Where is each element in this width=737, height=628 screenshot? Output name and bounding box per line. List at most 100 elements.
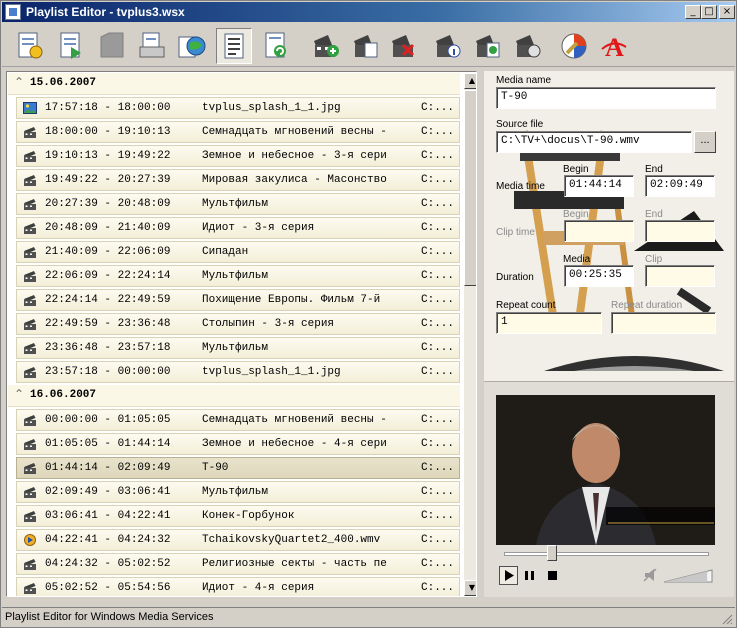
volume-slider[interactable] [662, 568, 714, 584]
scroll-up-button[interactable]: ▲ [464, 73, 476, 89]
video-frame-image [496, 395, 715, 545]
save-button[interactable] [94, 28, 130, 64]
duration-media-field: 00:25:35 [564, 265, 634, 287]
clapperboard-icon [23, 485, 37, 499]
clapperboard-icon [23, 413, 37, 427]
properties-button[interactable] [216, 28, 252, 64]
repeat-duration-field[interactable] [611, 312, 716, 334]
app-icon[interactable] [5, 4, 21, 20]
playlist-item-row[interactable]: 02:09:49 - 03:06:41 Мультфильм C:... [16, 481, 460, 503]
item-source-path: C:... [421, 246, 455, 258]
item-media-name: Семнадцать мгновений весны - [202, 126, 387, 138]
scroll-thumb[interactable] [464, 90, 476, 286]
playlist-item-row[interactable]: 01:44:14 - 02:09:49 Т-90 C:... [16, 457, 460, 479]
playlist-item-row[interactable]: 23:57:18 - 00:00:00 tvplus_splash_1_1.jpg… [16, 361, 460, 383]
clapperboard-icon [23, 437, 37, 451]
new-playlist-icon [18, 32, 43, 59]
seek-thumb[interactable] [546, 545, 557, 561]
save-disabled-icon [100, 32, 124, 58]
playlist-scrollbar[interactable]: ▲ ▼ [464, 73, 476, 596]
playlist-item-row[interactable]: 22:24:14 - 22:49:59 Похищение Европы. Фил… [16, 289, 460, 311]
playlist-item-row[interactable]: 22:49:59 - 23:36:48 Столыпин - 3-я серия C… [16, 313, 460, 335]
browse-button[interactable]: ... [694, 131, 716, 153]
item-time-range: 02:09:49 - 03:06:41 [45, 486, 171, 498]
play-button[interactable] [499, 566, 518, 585]
item-source-path: C:... [421, 294, 455, 306]
maximize-button[interactable]: □ [701, 5, 717, 19]
media-end-label: End [645, 164, 663, 175]
item-media-name: Сипадан [202, 246, 249, 258]
copy-media-button[interactable] [348, 28, 384, 64]
playlist-item-row[interactable]: 19:10:13 - 19:49:22 Земное и небесное - 3… [16, 145, 460, 167]
item-time-range: 18:00:00 - 19:10:13 [45, 126, 171, 138]
mute-icon[interactable] [642, 566, 660, 584]
seek-bar[interactable] [504, 552, 709, 556]
media-refresh-button[interactable] [470, 28, 506, 64]
repeat-count-field[interactable]: 1 [496, 312, 602, 334]
media-settings-button[interactable] [510, 28, 546, 64]
media-info-icon [436, 35, 461, 58]
duration-clip-label: Clip [645, 254, 663, 265]
clapperboard-icon [23, 245, 37, 259]
item-time-range: 17:57:18 - 18:00:00 [45, 102, 171, 114]
svg-text:A: A [605, 33, 624, 61]
preview-player [484, 381, 734, 597]
item-time-range: 22:06:09 - 22:24:14 [45, 270, 171, 282]
media-details-panel: Media name T-90 Source file C:\TV+\docus… [484, 71, 734, 381]
item-source-path: C:... [421, 510, 455, 522]
playlist-item-row[interactable]: 20:27:39 - 20:48:09 Мультфильм C:... [16, 193, 460, 215]
print-button[interactable] [134, 28, 170, 64]
playlist-item-row[interactable]: 03:06:41 - 04:22:41 Конек-Горбунок C:... [16, 505, 460, 527]
clip-begin-field[interactable] [564, 220, 634, 242]
item-source-path: C:... [421, 198, 455, 210]
collapse-chevron-icon[interactable]: ⌃ [14, 75, 24, 89]
play-icon [505, 570, 514, 581]
item-time-range: 04:24:32 - 05:02:52 [45, 558, 171, 570]
new-playlist-button[interactable] [12, 28, 48, 64]
item-media-name: Мультфильм [202, 342, 269, 354]
media-end-field[interactable]: 02:09:49 [645, 175, 715, 197]
item-time-range: 19:10:13 - 19:49:22 [45, 150, 171, 162]
item-media-name: TchaikovskyQuartet2_400.wmv [202, 534, 381, 546]
playlist-item-row[interactable]: 17:57:18 - 18:00:00 tvplus_splash_1_1.jpg… [16, 97, 460, 119]
playlist-item-row[interactable]: 05:02:52 - 05:54:56 Идиот - 4-я серия C:..… [16, 577, 460, 596]
date-group-header[interactable]: ⌃ 16.06.2007 [8, 385, 460, 407]
playlist-item-row[interactable]: 00:00:00 - 01:05:05 Семнадцать мгновений … [16, 409, 460, 431]
font-button[interactable]: A [596, 28, 632, 64]
item-media-name: Идиот - 3-я серия [202, 222, 315, 234]
date-group-header[interactable]: ⌃ 15.06.2007 [8, 73, 460, 95]
stop-button[interactable] [543, 566, 562, 585]
item-source-path: C:... [421, 486, 455, 498]
pause-button[interactable] [520, 566, 539, 585]
tools-button[interactable] [556, 28, 592, 64]
playlist-item-row[interactable]: 04:22:41 - 04:24:32 TchaikovskyQuartet2_4… [16, 529, 460, 551]
video-display[interactable] [496, 395, 715, 545]
close-button[interactable]: × [719, 5, 735, 19]
playlist-item-row[interactable]: 01:05:05 - 01:44:14 Земное и небесное - 4… [16, 433, 460, 455]
clip-end-field[interactable] [645, 220, 715, 242]
media-name-field[interactable]: T-90 [496, 87, 716, 109]
playlist-item-row[interactable]: 20:48:09 - 21:40:09 Идиот - 3-я серия C:..… [16, 217, 460, 239]
playlist-item-row[interactable]: 19:49:22 - 20:27:39 Мировая закулиса - Ма… [16, 169, 460, 191]
refresh-button[interactable] [258, 28, 294, 64]
publish-button[interactable] [174, 28, 210, 64]
item-media-name: Конек-Горбунок [202, 510, 295, 522]
playlist-item-row[interactable]: 18:00:00 - 19:10:13 Семнадцать мгновений … [16, 121, 460, 143]
item-source-path: C:... [421, 102, 455, 114]
add-media-button[interactable] [308, 28, 344, 64]
collapse-chevron-icon[interactable]: ⌃ [14, 387, 24, 401]
media-info-button[interactable] [430, 28, 466, 64]
scroll-down-button[interactable]: ▼ [464, 580, 476, 596]
media-begin-field[interactable]: 01:44:14 [564, 175, 634, 197]
playlist-item-row[interactable]: 21:40:09 - 22:06:09 Сипадан C:... [16, 241, 460, 263]
playlist-item-row[interactable]: 23:36:48 - 23:57:18 Мультфильм C:... [16, 337, 460, 359]
playlist-item-row[interactable]: 22:06:09 - 22:24:14 Мультфильм C:... [16, 265, 460, 287]
toolbar: A [2, 23, 735, 67]
delete-media-button[interactable] [386, 28, 422, 64]
playlist-item-row[interactable]: 04:24:32 - 05:02:52 Религиозные секты - ч… [16, 553, 460, 575]
open-playlist-button[interactable] [54, 28, 90, 64]
playlist-list[interactable]: ⌃ 15.06.2007 17:57:18 - 18:00:00 tvplus_spl… [6, 71, 477, 597]
source-file-field[interactable]: C:\TV+\docus\T-90.wmv [496, 131, 692, 153]
resize-grip-icon[interactable] [721, 613, 733, 625]
minimize-button[interactable]: _ [685, 5, 701, 19]
